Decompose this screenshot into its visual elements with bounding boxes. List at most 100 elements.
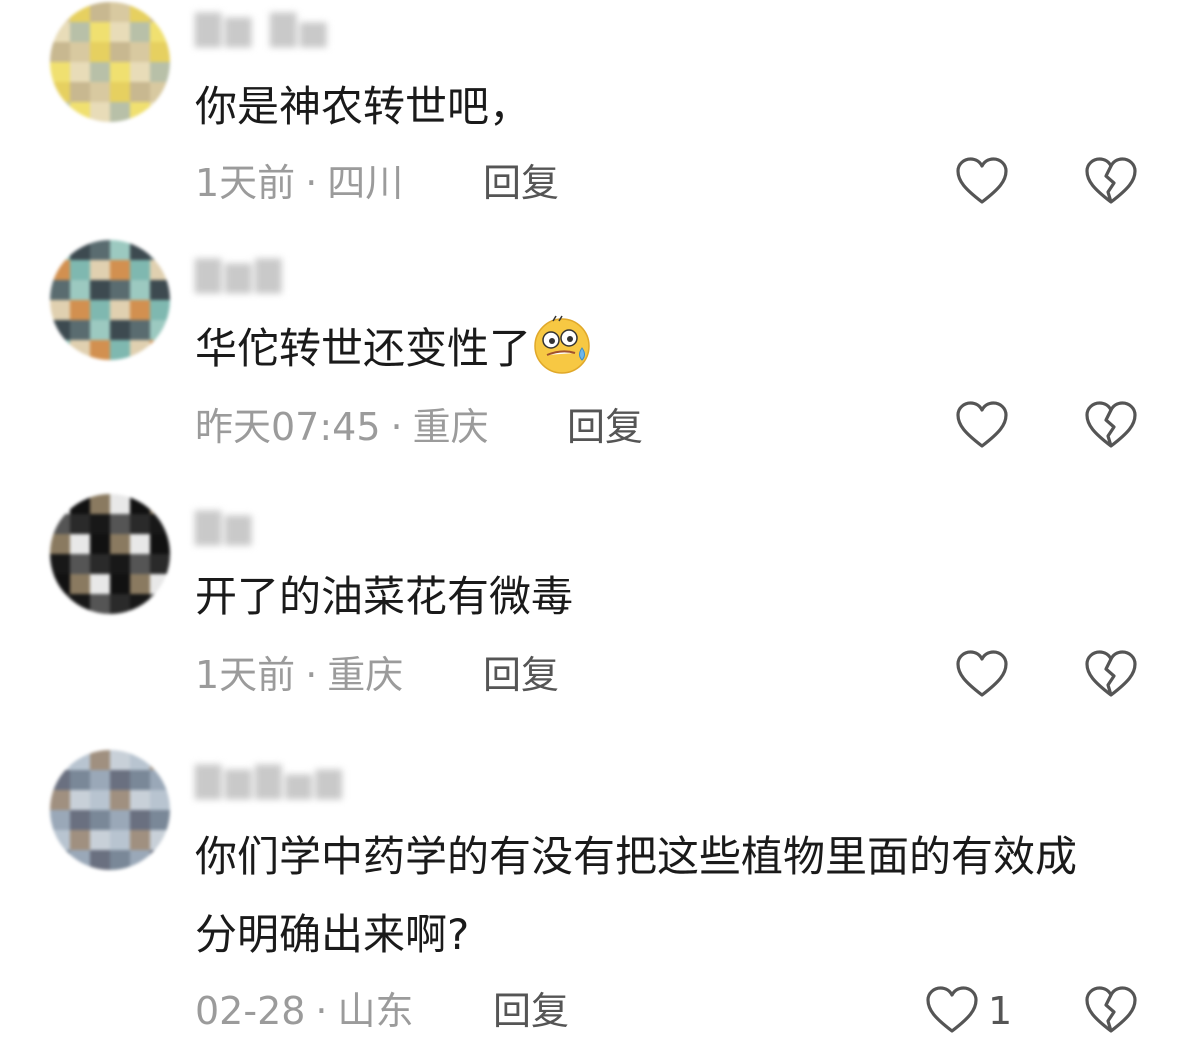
avatar-pixel: [70, 240, 90, 260]
avatar-pixel: [90, 790, 110, 810]
avatar-pixel: [90, 574, 110, 594]
avatar-pixel: [110, 102, 130, 122]
avatar-pixel: [90, 62, 110, 82]
avatar-pixel: [70, 82, 90, 102]
avatar-pixel: [150, 300, 170, 320]
comment-time: 1天前: [195, 161, 296, 205]
avatar-pixel: [50, 554, 70, 574]
avatar-pixel: [150, 82, 170, 102]
avatar-pixel: [70, 534, 90, 554]
heart-outline-icon[interactable]: [955, 400, 1009, 450]
avatar[interactable]: [50, 750, 170, 870]
comment-location: 重庆: [412, 405, 489, 449]
avatar-pixel: [90, 42, 110, 62]
avatar-pixel: [110, 534, 130, 554]
avatar-pixel: [90, 260, 110, 280]
avatar-pixel: [130, 750, 150, 770]
separator-dot: ·: [315, 989, 328, 1033]
comment-meta: 1天前 · 重庆: [195, 650, 403, 700]
sweat-smile-emoji: [534, 315, 590, 374]
avatar[interactable]: [50, 2, 170, 122]
username-blurred[interactable]: ▇▆: [195, 506, 255, 546]
avatar-pixel: [90, 2, 110, 22]
avatar-pixel: [90, 514, 110, 534]
avatar-pixel: [110, 574, 130, 594]
avatar-pixel: [110, 850, 130, 870]
avatar-pixel: [110, 82, 130, 102]
comment-time: 昨天07:45: [195, 405, 381, 449]
avatar[interactable]: [50, 494, 170, 614]
avatar-pixel: [90, 534, 110, 554]
avatar-pixel: [130, 554, 150, 574]
avatar-pixel: [130, 320, 150, 340]
avatar-pixel: [110, 240, 130, 260]
avatar-pixel: [70, 62, 90, 82]
comment-item: ▇▆ 开了的油菜花有微毒 1天前 · 重庆 回复: [0, 492, 1200, 742]
avatar[interactable]: [50, 240, 170, 360]
avatar-pixel: [130, 850, 150, 870]
avatar-pixel: [70, 2, 90, 22]
avatar-pixel: [130, 494, 150, 514]
comment-meta: 02-28 · 山东: [195, 986, 414, 1036]
avatar-pixel: [130, 340, 150, 360]
avatar-pixel: [50, 494, 70, 514]
avatar-pixel: [130, 534, 150, 554]
avatar-pixel: [110, 594, 130, 614]
avatar-pixel: [130, 280, 150, 300]
avatar-pixel: [50, 82, 70, 102]
avatar-pixel: [70, 810, 90, 830]
avatar-pixel: [50, 790, 70, 810]
heart-outline-icon[interactable]: [955, 156, 1009, 206]
avatar-pixel: [110, 770, 130, 790]
avatar-pixel: [130, 790, 150, 810]
avatar-pixel: [90, 320, 110, 340]
avatar-pixel: [150, 554, 170, 574]
broken-heart-icon[interactable]: [1084, 156, 1138, 206]
comment-time: 1天前: [195, 653, 296, 697]
avatar-pixel: [50, 850, 70, 870]
comment-location: 重庆: [327, 653, 404, 697]
avatar-pixel: [50, 534, 70, 554]
avatar-pixel: [50, 2, 70, 22]
avatar-pixel: [90, 770, 110, 790]
separator-dot: ·: [305, 653, 318, 697]
avatar-pixel: [50, 514, 70, 534]
avatar-pixel: [150, 850, 170, 870]
avatar-pixel: [50, 594, 70, 614]
broken-heart-icon[interactable]: [1084, 400, 1138, 450]
comment-meta: 1天前 · 四川: [195, 158, 403, 208]
username-blurred[interactable]: ▇▆▇: [195, 254, 285, 294]
reply-button[interactable]: 回复: [483, 158, 559, 208]
avatar-pixel: [150, 494, 170, 514]
comment-text: 开了的油菜花有微毒: [195, 572, 574, 621]
broken-heart-icon[interactable]: [1084, 649, 1138, 699]
avatar-pixel: [110, 300, 130, 320]
reply-button[interactable]: 回复: [483, 650, 559, 700]
avatar-pixel: [110, 320, 130, 340]
avatar-pixel: [90, 102, 110, 122]
broken-heart-icon[interactable]: [1084, 985, 1138, 1035]
avatar-pixel: [150, 534, 170, 554]
avatar-pixel: [130, 830, 150, 850]
avatar-pixel: [110, 2, 130, 22]
username-blurred[interactable]: ▇▆ ▇▅: [195, 8, 330, 48]
reply-button[interactable]: 回复: [567, 402, 643, 452]
avatar-pixel: [90, 750, 110, 770]
avatar-pixel: [70, 790, 90, 810]
avatar-pixel: [70, 830, 90, 850]
avatar-pixel: [70, 22, 90, 42]
avatar-pixel: [50, 830, 70, 850]
heart-outline-icon[interactable]: [955, 649, 1009, 699]
avatar-pixel: [90, 280, 110, 300]
reply-button[interactable]: 回复: [493, 986, 569, 1036]
comment-location: 四川: [327, 161, 404, 205]
username-blurred[interactable]: ▇▆▇▅▆: [195, 760, 346, 800]
avatar-pixel: [110, 340, 130, 360]
avatar-pixel: [90, 240, 110, 260]
avatar-pixel: [90, 830, 110, 850]
avatar-pixel: [150, 594, 170, 614]
avatar-pixel: [130, 62, 150, 82]
avatar-pixel: [150, 320, 170, 340]
heart-outline-icon[interactable]: [925, 985, 979, 1035]
avatar-pixel: [130, 594, 150, 614]
